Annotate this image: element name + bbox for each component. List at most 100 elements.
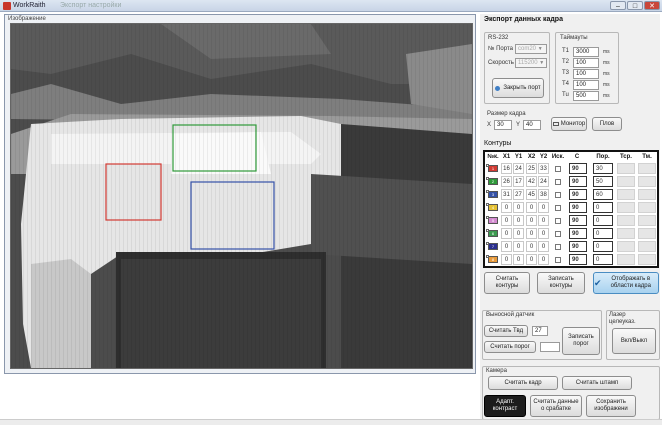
- table-row[interactable]: 1 16 24 25 33 90 30: [485, 163, 657, 175]
- cell-x2[interactable]: 0: [526, 215, 537, 226]
- speed-select[interactable]: 115200 ▼: [515, 58, 547, 68]
- cell-y2[interactable]: 24: [538, 176, 549, 187]
- cell-tavg: [617, 254, 635, 265]
- frame-x-input[interactable]: 30: [494, 120, 512, 130]
- write-threshold-button[interactable]: Записать порог: [562, 327, 600, 355]
- cell-y1[interactable]: 0: [513, 241, 524, 252]
- cell-y2[interactable]: 0: [538, 215, 549, 226]
- cell-c[interactable]: 90: [569, 215, 587, 226]
- cell-y1[interactable]: 0: [513, 215, 524, 226]
- cell-c[interactable]: 90: [569, 228, 587, 239]
- maximize-button[interactable]: □: [627, 1, 643, 10]
- table-row[interactable]: 8 0 0 0 0 90 0: [485, 254, 657, 266]
- cell-y1[interactable]: 0: [513, 202, 524, 213]
- cell-c[interactable]: 90: [569, 189, 587, 200]
- cell-threshold[interactable]: 0: [593, 202, 613, 213]
- table-row[interactable]: 7 0 0 0 0 90 0: [485, 241, 657, 253]
- cell-c[interactable]: 90: [569, 254, 587, 265]
- cell-y1[interactable]: 24: [513, 163, 524, 174]
- exclude-checkbox[interactable]: [555, 205, 561, 211]
- timeout-input[interactable]: 3000: [573, 47, 599, 57]
- stop-button[interactable]: Плов: [592, 117, 622, 131]
- laser-toggle-button[interactable]: Вкл/Выкл: [612, 328, 656, 354]
- cell-x2[interactable]: 42: [526, 176, 537, 187]
- rs232-label: RS-232: [488, 35, 509, 41]
- cell-y2[interactable]: 33: [538, 163, 549, 174]
- cell-x2[interactable]: 0: [526, 241, 537, 252]
- cell-c[interactable]: 90: [569, 163, 587, 174]
- cell-x1[interactable]: 31: [501, 189, 512, 200]
- cell-x1[interactable]: 0: [501, 215, 512, 226]
- read-temp-button[interactable]: Считать Твд: [484, 325, 528, 337]
- table-row[interactable]: 5 0 0 0 0 90 0: [485, 215, 657, 227]
- cell-x1[interactable]: 26: [501, 176, 512, 187]
- cell-y1[interactable]: 27: [513, 189, 524, 200]
- threshold-value-field[interactable]: [540, 342, 560, 352]
- cell-y2[interactable]: 38: [538, 189, 549, 200]
- table-row[interactable]: 4 0 0 0 0 90 0: [485, 202, 657, 214]
- cell-threshold[interactable]: 60: [593, 189, 613, 200]
- cell-c[interactable]: 90: [569, 202, 587, 213]
- close-port-button[interactable]: Закрыть порт: [492, 78, 544, 98]
- cell-y2[interactable]: 0: [538, 241, 549, 252]
- cell-x1[interactable]: 16: [501, 163, 512, 174]
- read-trigger-data-button[interactable]: Считать данные о срабатке: [530, 395, 582, 417]
- cell-y1[interactable]: 0: [513, 228, 524, 239]
- cell-threshold[interactable]: 50: [593, 176, 613, 187]
- write-contours-button[interactable]: Записать контуры: [537, 272, 585, 294]
- exclude-checkbox[interactable]: [555, 244, 561, 250]
- cell-y2[interactable]: 0: [538, 228, 549, 239]
- minimize-button[interactable]: –: [610, 1, 626, 10]
- cell-threshold[interactable]: 30: [593, 163, 613, 174]
- exclude-checkbox[interactable]: [555, 192, 561, 198]
- timeout-input[interactable]: 500: [573, 91, 599, 101]
- table-row[interactable]: 3 31 27 45 38 90 60: [485, 189, 657, 201]
- read-stamp-button[interactable]: Считать штамп: [562, 376, 632, 390]
- cell-y1[interactable]: 17: [513, 176, 524, 187]
- cell-x2[interactable]: 0: [526, 254, 537, 265]
- cell-x2[interactable]: 0: [526, 202, 537, 213]
- table-row[interactable]: 2 26 17 42 24 90 50: [485, 176, 657, 188]
- frame-y-input[interactable]: 40: [523, 120, 541, 130]
- timeout-input[interactable]: 100: [573, 80, 599, 90]
- cell-x1[interactable]: 0: [501, 241, 512, 252]
- cell-threshold[interactable]: 0: [593, 254, 613, 265]
- monitor-button[interactable]: Монитор: [551, 117, 587, 131]
- camera-frame-view[interactable]: [10, 23, 473, 369]
- cell-c[interactable]: 90: [569, 176, 587, 187]
- exclude-checkbox[interactable]: [555, 179, 561, 185]
- cell-threshold[interactable]: 0: [593, 241, 613, 252]
- col-header: Иск.: [551, 154, 565, 160]
- cell-x1[interactable]: 0: [501, 202, 512, 213]
- cell-x2[interactable]: 45: [526, 189, 537, 200]
- cell-threshold[interactable]: 0: [593, 228, 613, 239]
- port-select[interactable]: com20 ▼: [515, 44, 547, 54]
- adapt-contrast-button[interactable]: Адапт. контраст: [484, 395, 526, 417]
- save-images-button[interactable]: Сохранить изображени: [586, 395, 636, 417]
- cell-x1[interactable]: 0: [501, 228, 512, 239]
- cell-y2[interactable]: 0: [538, 202, 549, 213]
- col-header: Тм.: [642, 154, 652, 160]
- timeout-input[interactable]: 100: [573, 69, 599, 79]
- cell-y1[interactable]: 0: [513, 254, 524, 265]
- close-button[interactable]: ✕: [644, 1, 660, 10]
- exclude-checkbox[interactable]: [555, 257, 561, 263]
- cell-y2[interactable]: 0: [538, 254, 549, 265]
- timeout-input[interactable]: 100: [573, 58, 599, 68]
- table-row[interactable]: 6 0 0 0 0 90 0: [485, 228, 657, 240]
- speed-label: Скорость: [488, 60, 514, 66]
- exclude-checkbox[interactable]: [555, 218, 561, 224]
- show-contours-button[interactable]: ✔ Отображать в области кадра: [593, 272, 659, 294]
- cell-x1[interactable]: 0: [501, 254, 512, 265]
- cell-x2[interactable]: 0: [526, 228, 537, 239]
- exclude-checkbox[interactable]: [555, 166, 561, 172]
- exclude-checkbox[interactable]: [555, 231, 561, 237]
- read-contours-button[interactable]: Считать контуры: [484, 272, 530, 294]
- read-threshold-button[interactable]: Считать порог: [484, 341, 536, 353]
- read-frame-button[interactable]: Считать кадр: [488, 376, 558, 390]
- cell-tavg: [617, 241, 635, 252]
- cell-c[interactable]: 90: [569, 241, 587, 252]
- cell-x2[interactable]: 25: [526, 163, 537, 174]
- temp-value-field[interactable]: 27: [532, 326, 548, 336]
- cell-threshold[interactable]: 0: [593, 215, 613, 226]
